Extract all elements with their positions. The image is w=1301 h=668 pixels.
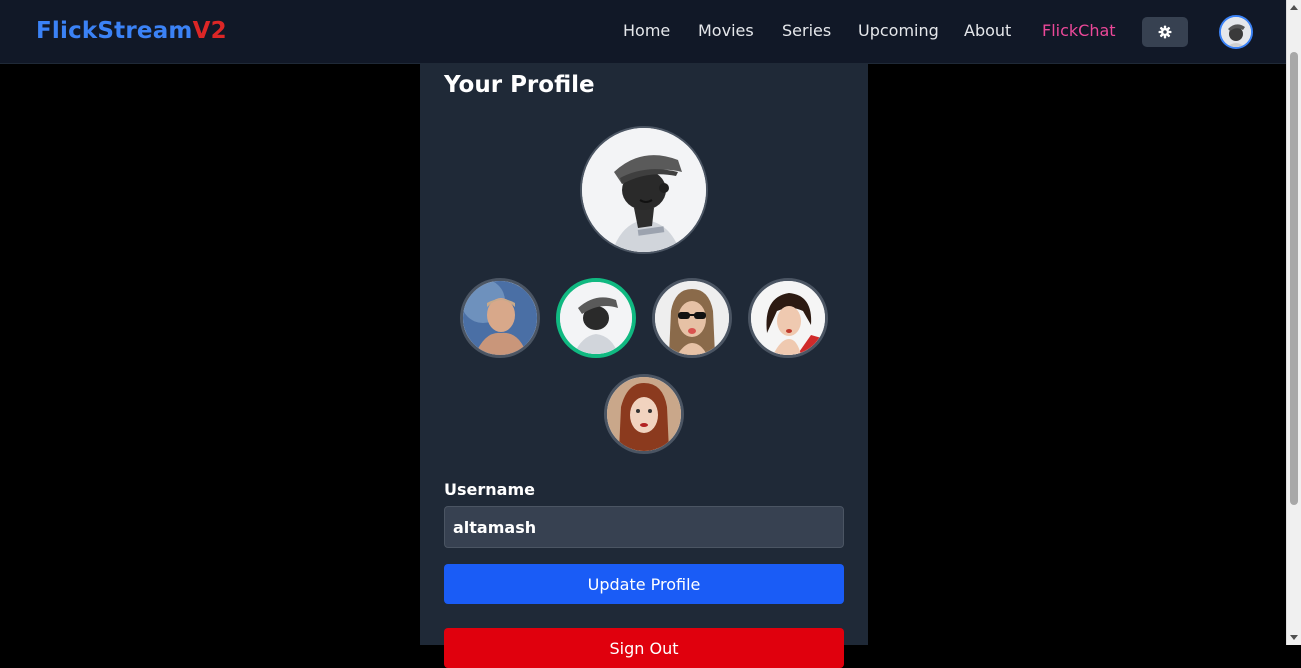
red-hair-woman-avatar-icon [607, 377, 681, 451]
top-navbar: FlickStreamV2 Home Movies Series Upcomin… [0, 0, 1286, 64]
hat-man-avatar-large-icon [582, 128, 706, 252]
nav-flickchat[interactable]: FlickChat [1042, 21, 1116, 40]
avatar-option-red-hair-woman[interactable] [604, 374, 684, 454]
page-title: Your Profile [444, 72, 595, 98]
theme-toggle-button[interactable] [1142, 17, 1188, 47]
avatar-option-sunglasses-man[interactable] [652, 278, 732, 358]
nav-home[interactable]: Home [623, 21, 670, 40]
username-input[interactable] [444, 506, 844, 548]
man-avatar-icon [463, 281, 537, 355]
sunglasses-man-avatar-icon [655, 281, 729, 355]
short-hair-woman-avatar-icon [751, 281, 825, 355]
page-scrollbar[interactable] [1286, 0, 1301, 645]
avatar-option-man[interactable] [460, 278, 540, 358]
scroll-thumb[interactable] [1290, 52, 1298, 505]
sign-out-button[interactable]: Sign Out [444, 628, 844, 668]
hat-man-avatar-icon [560, 282, 632, 354]
avatar-option-short-hair-woman[interactable] [748, 278, 828, 358]
nav-links: Home Movies Series Upcoming About FlickC… [0, 0, 1286, 64]
nav-upcoming[interactable]: Upcoming [858, 21, 939, 40]
username-label: Username [444, 480, 535, 499]
hat-man-avatar-icon [1221, 17, 1251, 47]
user-avatar-menu[interactable] [1219, 15, 1253, 49]
nav-series[interactable]: Series [782, 21, 831, 40]
nav-about[interactable]: About [964, 21, 1011, 40]
profile-panel: Your Profile Username altamash Update Pr… [420, 64, 868, 668]
nav-movies[interactable]: Movies [698, 21, 754, 40]
current-avatar [580, 126, 708, 254]
gear-icon [1158, 25, 1172, 39]
avatar-option-hat-man[interactable] [556, 278, 636, 358]
update-profile-button[interactable]: Update Profile [444, 564, 844, 604]
scroll-up-arrow-icon[interactable] [1290, 5, 1298, 10]
scroll-down-arrow-icon[interactable] [1290, 635, 1298, 640]
